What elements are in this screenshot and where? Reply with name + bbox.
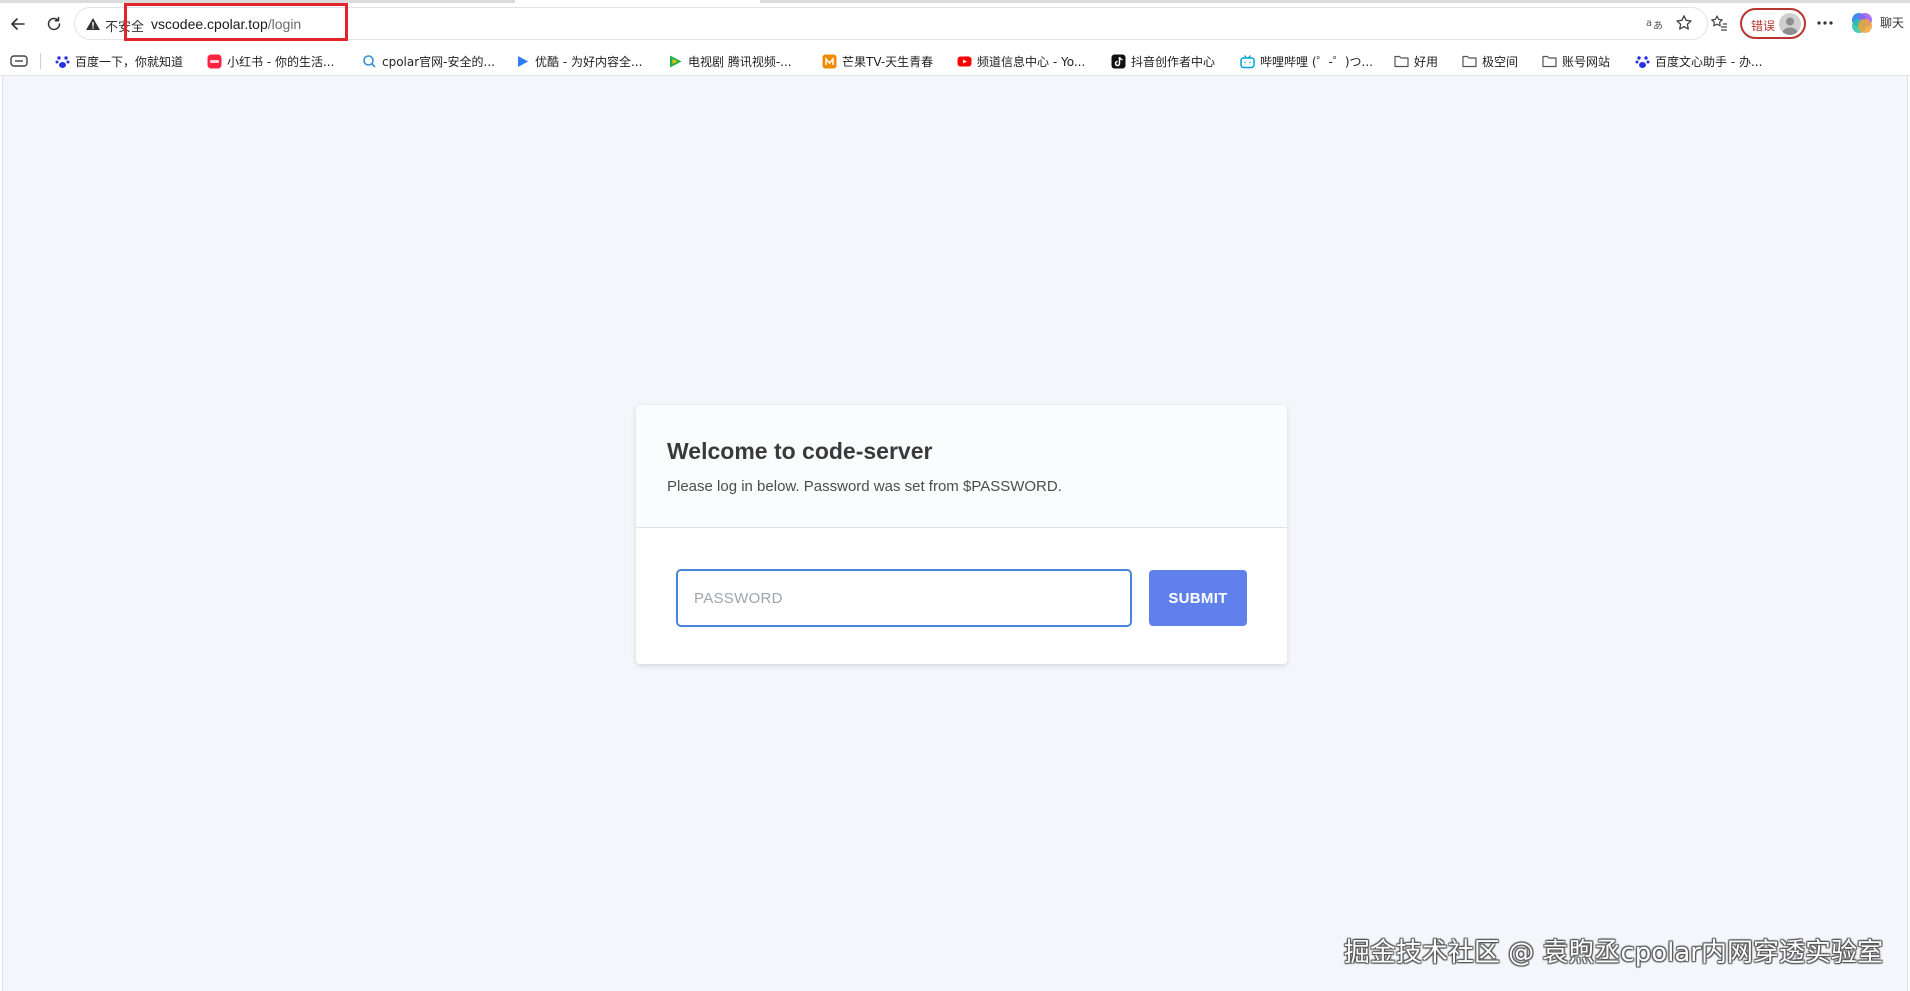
bookmarks-bar: 百度一下，你就知道 小红书 - 你的生活... cpolar官网-安全的... … xyxy=(0,46,1910,76)
bookmark-label: 优酷 - 为好内容全... xyxy=(535,54,643,69)
bookmark-item[interactable]: 百度一下，你就知道 xyxy=(55,51,183,71)
arrow-left-icon xyxy=(11,18,25,30)
favorites-list-icon xyxy=(1711,15,1727,31)
bookmark-item[interactable]: 频道信息中心 - Yo... xyxy=(957,51,1085,71)
login-card-header: Welcome to code-server Please log in bel… xyxy=(636,405,1287,528)
folder-icon xyxy=(1542,54,1557,69)
translate-icon: aあ xyxy=(1646,18,1663,31)
bookmark-folder[interactable]: 好用 xyxy=(1394,51,1438,71)
bookmark-item[interactable]: 芒果TV-天生青春 xyxy=(822,51,933,71)
bookmark-label: 抖音创作者中心 xyxy=(1131,54,1216,69)
bookmark-label: 账号网站 xyxy=(1562,54,1611,69)
page-title: Welcome to code-server xyxy=(667,438,933,464)
svg-text:a: a xyxy=(1646,18,1652,29)
bookmark-item[interactable]: 百度文心助手 - 办... xyxy=(1635,51,1762,71)
baidu-paw-icon xyxy=(1635,54,1650,69)
bookmark-item[interactable]: cpolar官网-安全的... xyxy=(362,51,495,71)
bookmark-folder[interactable]: 极空间 xyxy=(1462,51,1518,71)
browser-toolbar: 不安全 vscodee.cpolar.top/login aあ 错误 聊天 xyxy=(0,0,1910,46)
favorite-star-button[interactable] xyxy=(1672,11,1696,35)
avatar xyxy=(1779,13,1801,35)
tab-strip-segment xyxy=(760,0,1910,3)
bookmark-label: 哔哩哔哩 (゜-゜)つ... xyxy=(1260,54,1373,69)
youku-play-icon xyxy=(515,54,530,69)
submit-button[interactable]: SUBMIT xyxy=(1149,570,1247,626)
ellipsis-icon xyxy=(1817,21,1833,25)
bookmark-label: 好用 xyxy=(1414,54,1439,69)
bookmark-label: 极空间 xyxy=(1482,54,1519,69)
bookmark-label: 百度一下，你就知道 xyxy=(75,54,184,69)
bookmark-folder[interactable]: 账号网站 xyxy=(1542,51,1610,71)
svg-text:あ: あ xyxy=(1653,20,1663,31)
bookmark-item[interactable]: 电视剧 腾讯视频-... xyxy=(668,51,792,71)
warning-triangle-icon[interactable] xyxy=(85,16,101,32)
bookmark-label: 芒果TV-天生青春 xyxy=(842,54,934,69)
bookmarks-divider xyxy=(40,53,41,69)
douyin-icon xyxy=(1111,54,1126,69)
bookmark-label: 小红书 - 你的生活... xyxy=(227,54,335,69)
bookmark-label: 电视剧 腾讯视频-... xyxy=(688,54,792,69)
copilot-icon xyxy=(1852,13,1872,33)
youtube-icon xyxy=(957,54,972,69)
more-menu-button[interactable] xyxy=(1813,11,1837,35)
cpolar-search-icon xyxy=(362,54,377,69)
folder-icon xyxy=(1462,54,1477,69)
profile-error-badge[interactable]: 错误 xyxy=(1740,8,1806,39)
bookmark-item[interactable]: 抖音创作者中心 xyxy=(1111,51,1215,71)
url-highlight-box xyxy=(124,3,348,41)
favorites-list-button[interactable] xyxy=(1707,11,1731,35)
folder-icon xyxy=(1394,54,1409,69)
login-card: Welcome to code-server Please log in bel… xyxy=(636,405,1287,664)
star-icon xyxy=(1676,15,1692,30)
bookmark-item[interactable]: 优酷 - 为好内容全... xyxy=(515,51,642,71)
baidu-paw-icon xyxy=(55,54,70,69)
xiaohongshu-icon xyxy=(207,54,222,69)
translate-button[interactable]: aあ xyxy=(1643,11,1667,35)
bookmark-label: 频道信息中心 - Yo... xyxy=(977,54,1086,69)
bookmark-item[interactable]: 哔哩哔哩 (゜-゜)つ... xyxy=(1240,51,1373,71)
error-badge-label: 错误 xyxy=(1751,19,1776,33)
sidebar-toggle-icon[interactable] xyxy=(10,54,28,68)
user-silhouette-icon xyxy=(1782,17,1798,35)
bookmark-item[interactable]: 小红书 - 你的生活... xyxy=(207,51,334,71)
bilibili-icon xyxy=(1240,54,1255,69)
tencent-video-icon xyxy=(668,54,683,69)
back-button[interactable] xyxy=(4,10,32,38)
watermark: 掘金技术社区 @ 袁煦丞cpolar内网穿透实验室 xyxy=(1343,938,1883,968)
refresh-button[interactable] xyxy=(40,10,68,38)
login-instructions: Please log in below. Password was set fr… xyxy=(667,478,1062,495)
bookmark-label: cpolar官网-安全的... xyxy=(382,54,495,69)
bookmark-label: 百度文心助手 - 办... xyxy=(1655,54,1763,69)
password-input[interactable] xyxy=(676,569,1132,627)
mango-tv-icon xyxy=(822,54,837,69)
refresh-icon xyxy=(47,16,61,31)
page-viewport: Welcome to code-server Please log in bel… xyxy=(2,76,1908,991)
copilot-button[interactable] xyxy=(1850,11,1874,35)
copilot-label[interactable]: 聊天 xyxy=(1880,14,1904,31)
